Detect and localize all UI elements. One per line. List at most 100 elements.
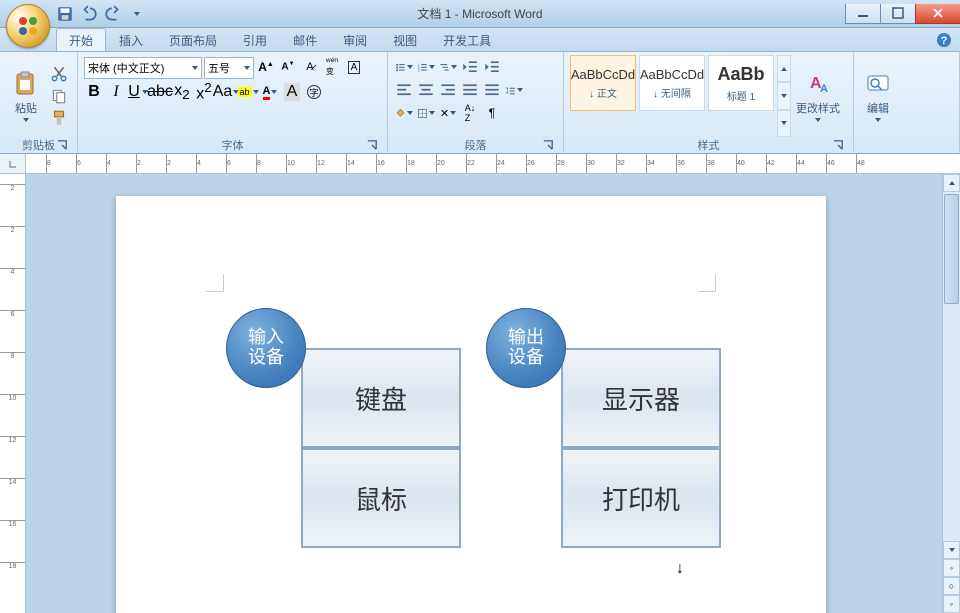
font-size-combo[interactable]: 五号 bbox=[204, 57, 254, 79]
chevron-down-icon bbox=[134, 12, 140, 16]
shape-text: 输入 设备 bbox=[248, 328, 284, 368]
paste-icon bbox=[12, 70, 40, 98]
show-marks-button[interactable]: ¶ bbox=[482, 103, 502, 123]
tab-insert[interactable]: 插入 bbox=[106, 28, 156, 51]
next-page-button[interactable]: ◦ bbox=[943, 595, 960, 613]
scroll-up-button[interactable] bbox=[943, 174, 960, 192]
font-color-button[interactable]: A bbox=[260, 82, 280, 102]
tab-selector[interactable] bbox=[0, 154, 26, 173]
scroll-down-button[interactable] bbox=[943, 541, 960, 559]
change-styles-button[interactable]: AA 更改样式 bbox=[794, 55, 842, 137]
subscript-button[interactable]: x2 bbox=[172, 82, 192, 102]
styles-dialog-launcher[interactable] bbox=[831, 138, 845, 152]
chevron-down-icon bbox=[253, 90, 259, 94]
shape-text: 打印机 bbox=[602, 480, 680, 517]
align-left-button[interactable] bbox=[394, 80, 414, 100]
format-painter-button[interactable] bbox=[49, 108, 69, 128]
minimize-button[interactable] bbox=[845, 4, 881, 24]
underline-button[interactable]: U bbox=[128, 82, 148, 102]
scroll-thumb[interactable] bbox=[944, 194, 959, 304]
shape-text: 输出 设备 bbox=[508, 328, 544, 368]
distributed-button[interactable] bbox=[482, 80, 502, 100]
horizontal-ruler[interactable]: 8642246810121416182022242628303234363840… bbox=[26, 154, 960, 173]
strikethrough-button[interactable]: abc bbox=[150, 82, 170, 102]
align-right-button[interactable] bbox=[438, 80, 458, 100]
clipboard-dialog-launcher[interactable] bbox=[55, 138, 69, 152]
tab-references[interactable]: 引用 bbox=[230, 28, 280, 51]
cut-button[interactable] bbox=[49, 64, 69, 84]
style-nospacing[interactable]: AaBbCcDd↓ 无间隔 bbox=[639, 55, 705, 111]
styles-row-down[interactable] bbox=[777, 82, 791, 109]
asian-layout-button[interactable]: ✕ bbox=[438, 103, 458, 123]
launcher-icon bbox=[365, 138, 379, 152]
shrink-font-button[interactable]: A▼ bbox=[278, 57, 298, 77]
qat-save[interactable] bbox=[56, 5, 74, 23]
tab-view[interactable]: 视图 bbox=[380, 28, 430, 51]
line-spacing-button[interactable] bbox=[504, 80, 524, 100]
increase-indent-button[interactable] bbox=[482, 57, 502, 77]
shape-rect-keyboard[interactable]: 键盘 bbox=[301, 348, 461, 448]
editing-button[interactable]: 编辑 bbox=[860, 55, 896, 137]
paragraph-dialog-launcher[interactable] bbox=[541, 138, 555, 152]
justify-button[interactable] bbox=[460, 80, 480, 100]
style-normal[interactable]: AaBbCcDd↓ 正文 bbox=[570, 55, 636, 111]
italic-button[interactable]: I bbox=[106, 82, 126, 102]
bullets-button[interactable] bbox=[394, 57, 414, 77]
next-page-icon: ◦ bbox=[950, 599, 953, 609]
browse-object-button[interactable]: ○ bbox=[943, 577, 960, 595]
change-case-button[interactable]: Aa bbox=[216, 82, 236, 102]
character-border-button[interactable]: A bbox=[344, 57, 364, 77]
tab-developer[interactable]: 开发工具 bbox=[430, 28, 504, 51]
help-button[interactable]: ? bbox=[936, 32, 952, 48]
chevron-down-icon bbox=[781, 94, 787, 98]
enclose-char-button[interactable]: 字 bbox=[304, 82, 324, 102]
grow-font-button[interactable]: A▲ bbox=[256, 57, 276, 77]
prev-page-button[interactable]: ◦ bbox=[943, 559, 960, 577]
tab-home[interactable]: 开始 bbox=[56, 28, 106, 51]
copy-button[interactable] bbox=[49, 86, 69, 106]
char-shading-button[interactable]: A bbox=[282, 82, 302, 102]
paste-button[interactable]: 粘贴 bbox=[6, 55, 46, 137]
scroll-track[interactable] bbox=[943, 192, 960, 541]
clear-formatting-button[interactable]: A̷ bbox=[300, 57, 320, 77]
close-button[interactable] bbox=[915, 4, 960, 24]
superscript-icon: x2 bbox=[196, 80, 211, 103]
numbering-button[interactable]: 123 bbox=[416, 57, 436, 77]
window-title: 文档 1 - Microsoft Word bbox=[417, 5, 542, 22]
chevron-down-icon bbox=[23, 118, 29, 122]
margin-marker-tl bbox=[206, 274, 224, 292]
superscript-button[interactable]: x2 bbox=[194, 82, 214, 102]
styles-row-up[interactable] bbox=[777, 55, 791, 82]
document-area[interactable]: 输入 设备 键盘 鼠标 输出 设备 显示器 打印机 ↓ bbox=[26, 174, 942, 613]
styles-expand[interactable] bbox=[777, 110, 791, 137]
decrease-indent-button[interactable] bbox=[460, 57, 480, 77]
shape-circle-output[interactable]: 输出 设备 bbox=[486, 308, 566, 388]
phonetic-guide-button[interactable]: wén变 bbox=[322, 57, 342, 77]
highlight-button[interactable]: ab bbox=[238, 82, 258, 102]
sort-button[interactable]: A↓Z bbox=[460, 103, 480, 123]
shape-rect-monitor[interactable]: 显示器 bbox=[561, 348, 721, 448]
align-center-button[interactable] bbox=[416, 80, 436, 100]
multilevel-button[interactable] bbox=[438, 57, 458, 77]
font-dialog-launcher[interactable] bbox=[365, 138, 379, 152]
tab-mailings[interactable]: 邮件 bbox=[280, 28, 330, 51]
font-name-combo[interactable]: 宋体 (中文正文) bbox=[84, 57, 202, 79]
qat-undo[interactable] bbox=[80, 5, 98, 23]
office-button[interactable] bbox=[6, 4, 50, 48]
vertical-ruler[interactable]: 224681012141618 bbox=[0, 174, 26, 613]
maximize-button[interactable] bbox=[880, 4, 916, 24]
tab-review[interactable]: 审阅 bbox=[330, 28, 380, 51]
qat-redo[interactable] bbox=[104, 5, 122, 23]
shape-circle-input[interactable]: 输入 设备 bbox=[226, 308, 306, 388]
bold-button[interactable]: B bbox=[84, 82, 104, 102]
shading-button[interactable] bbox=[394, 103, 414, 123]
style-preview: AaBb bbox=[717, 64, 764, 85]
shape-rect-mouse[interactable]: 鼠标 bbox=[301, 448, 461, 548]
shape-rect-printer[interactable]: 打印机 bbox=[561, 448, 721, 548]
tab-pagelayout[interactable]: 页面布局 bbox=[156, 28, 230, 51]
qat-customize[interactable] bbox=[128, 5, 146, 23]
tab-stop-icon bbox=[8, 159, 18, 169]
shape-text: 鼠标 bbox=[355, 480, 407, 517]
borders-button[interactable] bbox=[416, 103, 436, 123]
style-heading1[interactable]: AaBb标题 1 bbox=[708, 55, 774, 111]
